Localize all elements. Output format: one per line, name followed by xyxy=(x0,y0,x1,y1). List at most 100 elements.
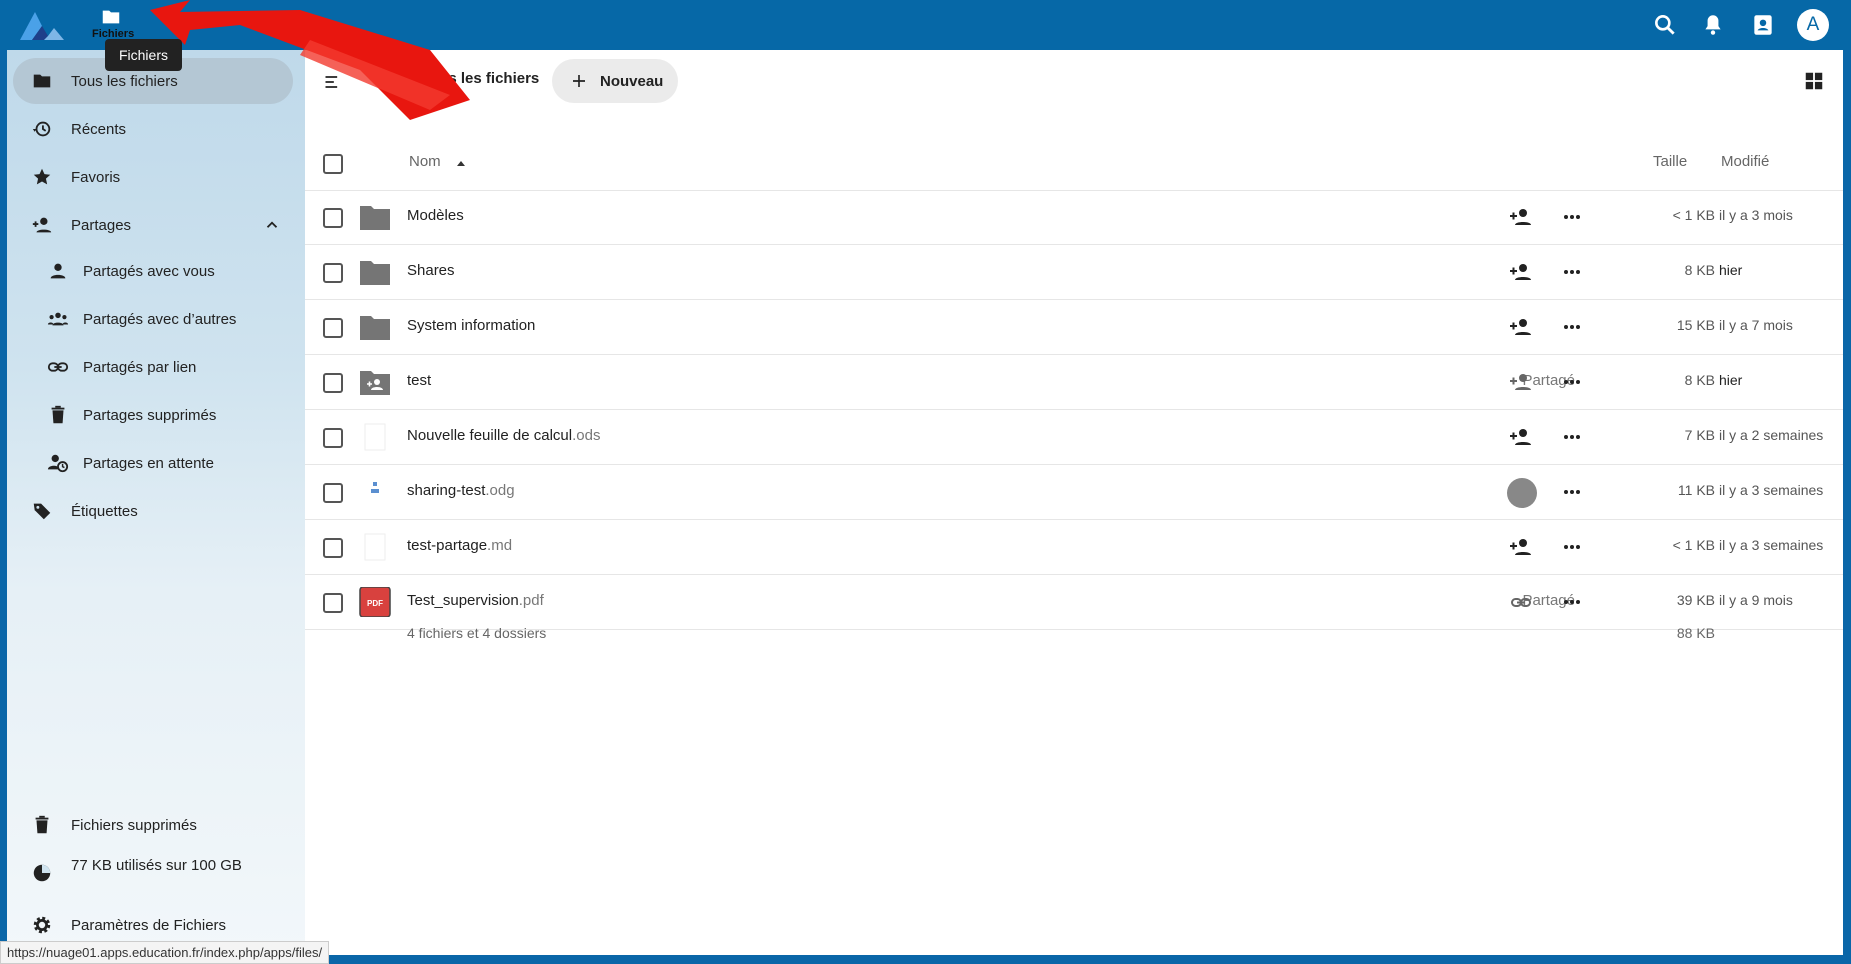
sidebar-item-recent[interactable]: Récents xyxy=(13,106,293,152)
sidebar-item-favorites[interactable]: Favoris xyxy=(13,154,293,200)
sidebar-item-shared-with-others[interactable]: Partagés avec d’autres xyxy=(13,296,293,342)
table-row[interactable]: test-partage.md < 1 KB il y a 3 semaines xyxy=(305,520,1843,575)
table-row[interactable]: System information 15 KB il y a 7 mois xyxy=(305,300,1843,355)
pdf-file-icon: PDF xyxy=(359,587,391,617)
share-icon[interactable] xyxy=(1509,260,1533,284)
file-size: < 1 KB xyxy=(1672,537,1715,553)
sidebar-item-label: Partages en attente xyxy=(83,454,214,472)
row-checkbox[interactable] xyxy=(323,593,343,613)
file-name[interactable]: Nouvelle feuille de calcul.ods xyxy=(407,427,600,444)
menu-toggle-icon[interactable] xyxy=(323,72,343,92)
app-logo[interactable] xyxy=(18,8,66,42)
file-name[interactable]: Modèles xyxy=(407,207,464,224)
shared-user-icon[interactable] xyxy=(1509,370,1533,394)
row-checkbox[interactable] xyxy=(323,318,343,338)
file-modified: il y a 3 semaines xyxy=(1719,482,1824,498)
plus-icon xyxy=(573,75,585,87)
more-actions-icon[interactable] xyxy=(1560,205,1584,229)
file-size: 11 KB xyxy=(1677,482,1715,498)
gear-icon xyxy=(33,916,51,934)
files-app-icon[interactable] xyxy=(100,6,122,28)
file-modified: il y a 9 mois xyxy=(1719,592,1793,608)
file-size: 39 KB xyxy=(1676,592,1715,608)
chevron-up-icon[interactable] xyxy=(263,216,281,234)
files-summary: 4 fichiers et 4 dossiers xyxy=(407,625,547,641)
tooltip: Fichiers xyxy=(105,39,182,71)
sidebar-item-label: Partages xyxy=(71,216,132,234)
more-actions-icon[interactable] xyxy=(1560,315,1584,339)
breadcrumb[interactable]: Tous les fichiers xyxy=(422,70,539,87)
file-modified: hier xyxy=(1719,262,1743,278)
file-name[interactable]: sharing-test.odg xyxy=(407,482,515,499)
column-header-size[interactable]: Taille xyxy=(1653,153,1687,170)
sidebar-item-label: Partages supprimés xyxy=(83,406,217,424)
share-icon[interactable] xyxy=(1509,205,1533,229)
sidebar-item-tags[interactable]: Étiquettes xyxy=(13,488,293,534)
table-row[interactable]: test Partagé 8 KB hier xyxy=(305,355,1843,410)
file-name[interactable]: Test_supervision.pdf xyxy=(407,592,544,609)
share-icon[interactable] xyxy=(1509,425,1533,449)
sidebar: Tous les fichiers Récents Favoris Partag… xyxy=(7,50,305,955)
more-actions-icon[interactable] xyxy=(1560,590,1584,614)
row-checkbox[interactable] xyxy=(323,538,343,558)
sidebar-item-deleted-shares[interactable]: Partages supprimés xyxy=(13,392,293,438)
more-actions-icon[interactable] xyxy=(1560,370,1584,394)
folder-icon xyxy=(360,261,390,285)
select-all-checkbox[interactable] xyxy=(323,154,343,174)
notifications-icon[interactable] xyxy=(1700,12,1726,38)
contacts-icon[interactable] xyxy=(1750,12,1776,38)
column-header-name[interactable]: Nom xyxy=(409,153,441,170)
sidebar-item-shared-with-you[interactable]: Partagés avec vous xyxy=(13,248,293,294)
sidebar-deleted-files[interactable]: Fichiers supprimés xyxy=(13,802,293,848)
column-header-modified[interactable]: Modifié xyxy=(1721,153,1769,170)
row-checkbox[interactable] xyxy=(323,208,343,228)
file-name[interactable]: test-partage.md xyxy=(407,537,512,554)
table-row[interactable]: Shares 8 KB hier xyxy=(305,245,1843,300)
file-modified: hier xyxy=(1719,372,1743,388)
folder-icon xyxy=(360,206,390,230)
sidebar-item-label: Partagés avec d’autres xyxy=(83,310,237,328)
table-header: Nom Taille Modifié xyxy=(305,136,1843,191)
more-actions-icon[interactable] xyxy=(1560,260,1584,284)
sidebar-item-label: Paramètres de Fichiers xyxy=(71,916,227,934)
file-name[interactable]: Shares xyxy=(407,262,455,279)
more-actions-icon[interactable] xyxy=(1560,535,1584,559)
table-row[interactable]: sharing-test.odg 11 KB il y a 3 semaines xyxy=(305,465,1843,520)
quota-text: 77 KB utilisés sur 100 GB xyxy=(71,856,242,874)
row-checkbox[interactable] xyxy=(323,428,343,448)
new-button-label: Nouveau xyxy=(600,72,664,90)
user-avatar[interactable]: A xyxy=(1797,9,1829,41)
more-actions-icon[interactable] xyxy=(1560,425,1584,449)
sidebar-item-pending-shares[interactable]: Partages en attente xyxy=(13,440,293,486)
shared-avatar-icon[interactable] xyxy=(1506,477,1538,509)
table-row[interactable]: Modèles < 1 KB il y a 3 mois xyxy=(305,190,1843,245)
file-size: 8 KB xyxy=(1684,262,1715,278)
file-name[interactable]: test xyxy=(407,372,431,389)
file-modified: il y a 2 semaines xyxy=(1719,427,1824,443)
sidebar-item-shared-by-link[interactable]: Partagés par lien xyxy=(13,344,293,390)
new-button[interactable]: Nouveau xyxy=(552,59,678,103)
share-icon[interactable] xyxy=(1509,535,1533,559)
table-row[interactable]: PDF Test_supervision.pdf Partagé 39 KB i… xyxy=(305,575,1843,630)
row-checkbox[interactable] xyxy=(323,263,343,283)
link-icon[interactable] xyxy=(1509,590,1533,614)
link-icon xyxy=(47,362,69,372)
sidebar-item-label: Partagés avec vous xyxy=(83,262,215,280)
sort-ascending-icon xyxy=(457,161,465,166)
row-checkbox[interactable] xyxy=(323,373,343,393)
row-checkbox[interactable] xyxy=(323,483,343,503)
grid-view-icon[interactable] xyxy=(1803,70,1825,92)
share-icon[interactable] xyxy=(1509,315,1533,339)
table-row[interactable]: Nouvelle feuille de calcul.ods 7 KB il y… xyxy=(305,410,1843,465)
sidebar-item-label: Récents xyxy=(71,120,127,138)
file-modified: il y a 3 mois xyxy=(1719,207,1793,223)
more-actions-icon[interactable] xyxy=(1560,480,1584,504)
account-clock-icon xyxy=(47,454,69,473)
file-name[interactable]: System information xyxy=(407,317,535,334)
search-icon[interactable] xyxy=(1652,12,1678,38)
sidebar-item-label: Partagés par lien xyxy=(83,358,197,376)
account-group-icon xyxy=(47,312,69,326)
sidebar-item-shares[interactable]: Partages xyxy=(13,202,293,248)
file-modified: il y a 7 mois xyxy=(1719,317,1793,333)
sidebar-item-label: Tous les fichiers xyxy=(71,72,178,90)
